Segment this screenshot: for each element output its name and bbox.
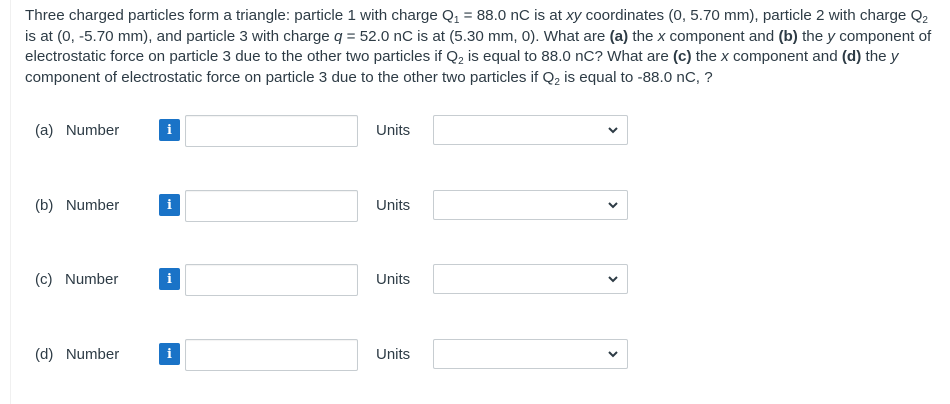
question-line-2: is at (0, -5.70 mm), and particle 3 with…: [25, 27, 950, 48]
text-fragment: component of: [835, 27, 932, 45]
italic-variable: y: [827, 27, 835, 45]
subscript: 2: [922, 15, 928, 26]
answer-label-c: (c) Number: [35, 271, 119, 288]
text-fragment: the: [797, 27, 828, 45]
chevron-down-icon: [608, 351, 618, 358]
answer-row-d: (d) Number i Units: [35, 339, 635, 371]
answer-label-a: (a) Number: [35, 122, 120, 139]
number-input-c[interactable]: [185, 264, 358, 296]
italic-variable: y: [890, 48, 899, 65]
units-label-d: Units: [376, 346, 411, 363]
text-fragment: component of electrostatic force on part…: [25, 68, 555, 86]
number-input-a[interactable]: [185, 115, 358, 147]
info-icon: i: [167, 271, 172, 287]
text-fragment: is at (0, -5.70 mm), and particle 3 with…: [25, 27, 334, 45]
answer-row-c: (c) Number i Units: [35, 264, 635, 296]
text-fragment: = 52.0 nC is at (5.30 mm, 0). What are: [342, 27, 610, 45]
info-button-a[interactable]: i: [159, 119, 180, 141]
units-label-a: Units: [376, 122, 411, 139]
text-fragment: component and: [665, 27, 779, 45]
text-fragment: coordinates (0, 5.70 mm), particle 2 wit…: [581, 7, 923, 24]
text-fragment: component and: [728, 48, 842, 65]
text-fragment: the: [691, 48, 722, 65]
text-fragment: Three charged particles form a triangle:…: [25, 7, 454, 24]
info-button-d[interactable]: i: [159, 343, 180, 365]
info-icon: i: [167, 122, 172, 138]
part-marker: (b): [778, 27, 798, 45]
answer-row-a: (a) Number i Units: [35, 115, 635, 147]
chevron-down-icon: [608, 202, 618, 209]
italic-variable: xy: [566, 7, 582, 24]
answer-row-b: (b) Number i Units: [35, 190, 635, 222]
text-fragment: = 88.0 nC is at: [459, 7, 567, 24]
units-select-c[interactable]: [433, 264, 628, 294]
question-card: Three charged particles form a triangle:…: [10, 0, 950, 404]
info-button-b[interactable]: i: [159, 194, 180, 216]
units-label-b: Units: [376, 197, 411, 214]
info-icon: i: [167, 346, 172, 362]
answer-label-d: (d) Number: [35, 346, 120, 363]
number-input-b[interactable]: [185, 190, 358, 222]
question-line-3: electrostatic force on particle 3 due to…: [25, 47, 950, 68]
page: Three charged particles form a triangle:…: [0, 0, 950, 404]
number-input-d[interactable]: [185, 339, 358, 371]
text-fragment: is equal to 88.0 nC? What are: [463, 48, 673, 65]
units-select-b[interactable]: [433, 190, 628, 220]
answer-label-b: (b) Number: [35, 197, 120, 214]
part-marker: (d): [841, 48, 862, 65]
text-fragment: is equal to -88.0 nC, ?: [559, 68, 713, 86]
question-text: Three charged particles form a triangle:…: [25, 6, 950, 88]
chevron-down-icon: [608, 276, 618, 283]
text-fragment: the: [861, 48, 891, 65]
info-icon: i: [167, 197, 172, 213]
text-fragment: the: [628, 27, 658, 45]
units-select-d[interactable]: [433, 339, 628, 369]
info-button-c[interactable]: i: [159, 268, 180, 290]
units-label-c: Units: [376, 271, 411, 288]
chevron-down-icon: [608, 127, 618, 134]
units-select-a[interactable]: [433, 115, 628, 145]
question-line-4: component of electrostatic force on part…: [25, 68, 950, 89]
part-marker: (a): [609, 27, 629, 45]
question-line-1: Three charged particles form a triangle:…: [25, 6, 950, 27]
text-fragment: electrostatic force on particle 3 due to…: [25, 48, 459, 65]
part-marker: (c): [673, 48, 692, 65]
italic-variable: x: [721, 48, 729, 65]
